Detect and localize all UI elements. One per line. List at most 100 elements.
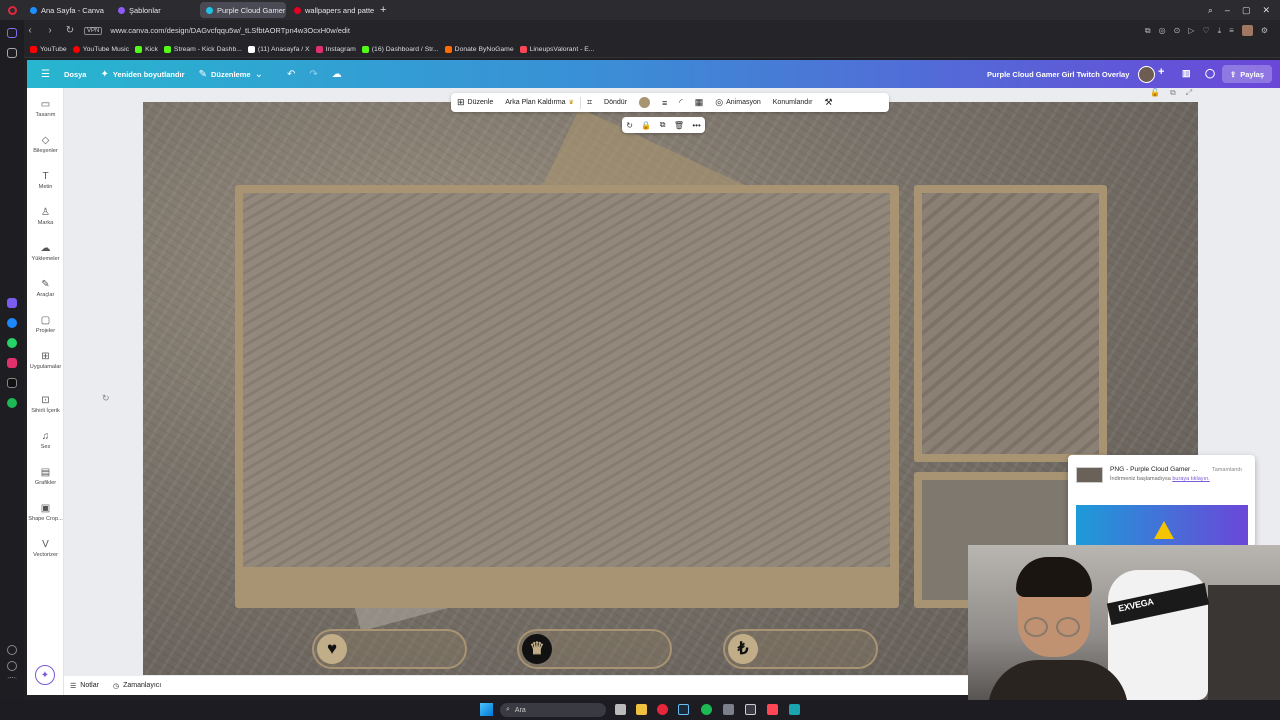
download-icon[interactable]: ⤓	[1218, 26, 1222, 36]
undo-button[interactable]: ↶	[287, 69, 295, 80]
main-camera-frame[interactable]	[235, 185, 899, 608]
more-icon[interactable]: •••	[692, 121, 700, 130]
rail-brand[interactable]: ♙ Marka	[27, 206, 64, 226]
timer-button[interactable]: ◷ Zamanlayıcı	[113, 682, 161, 690]
browser-tab[interactable]: Şablonlar	[112, 2, 198, 18]
file-explorer-icon[interactable]	[636, 704, 647, 715]
discord-icon[interactable]	[789, 704, 800, 715]
snapshot-icon[interactable]: ⊙	[1174, 26, 1181, 35]
url-field[interactable]: www.canva.com/design/DAGvcfqqu5w/_tLSfbt…	[110, 26, 350, 35]
add-page-icon[interactable]: ⤢	[1186, 88, 1192, 98]
settings-icon[interactable]: ⚙	[1261, 26, 1268, 35]
bookmark-item[interactable]: Kick	[135, 45, 158, 53]
whatsapp-icon[interactable]	[7, 338, 17, 348]
bookmark-item[interactable]: YouTube	[30, 45, 67, 53]
profile-avatar[interactable]	[1241, 25, 1253, 36]
corner-rounding-button[interactable]: ◜	[673, 97, 689, 108]
donation-pill[interactable]: ₺	[723, 629, 878, 669]
spotify-icon[interactable]	[701, 704, 712, 715]
search-tabs-icon[interactable]: ⌕	[1208, 5, 1213, 16]
redo-button[interactable]: ↷	[309, 69, 317, 80]
close-icon[interactable]: ✕	[1262, 5, 1270, 16]
copy-style-button[interactable]: ⚒	[818, 97, 838, 108]
reload-icon[interactable]: ↻	[64, 25, 76, 36]
bookmark-item[interactable]: (16) Dashboard / Str...	[361, 45, 439, 53]
follower-pill[interactable]: ♥	[312, 629, 467, 669]
rail-vectorizer[interactable]: V Vectorizer	[27, 538, 64, 558]
play-icon[interactable]: ▷	[1188, 26, 1194, 35]
magic-assistant-icon[interactable]: ✦	[35, 665, 55, 685]
promo-banner[interactable]	[1076, 505, 1248, 547]
position-button[interactable]: Konumlandır	[767, 99, 819, 106]
lock-icon[interactable]: 🔓	[1150, 88, 1160, 98]
camera-icon[interactable]: ◎	[1159, 26, 1166, 35]
border-style-button[interactable]: ≡	[656, 98, 673, 108]
history-icon[interactable]	[7, 661, 17, 671]
resize-button[interactable]: ✦ Yeniden boyutlandır	[100, 69, 184, 80]
side-frame-top[interactable]	[914, 185, 1107, 462]
lock-icon[interactable]: 🔒	[641, 121, 651, 130]
easy-setup-icon[interactable]: ≡	[1229, 26, 1234, 35]
rail-apps[interactable]: ⊞ Uygulamalar	[27, 350, 64, 370]
browser-tab[interactable]: wallpapers and patterns p	[288, 2, 374, 18]
windows-start-icon[interactable]	[480, 703, 493, 716]
share-button[interactable]: ⇪ Paylaş	[1222, 65, 1272, 83]
bookmark-item[interactable]: (11) Anasayfa / X	[247, 45, 310, 53]
comment-icon[interactable]: ◯	[1205, 68, 1215, 79]
animate-button[interactable]: ◎ Animasyon	[709, 97, 767, 108]
messenger-icon[interactable]	[7, 318, 17, 328]
rotate-icon[interactable]: ↻	[626, 121, 633, 130]
rail-projects[interactable]: ▢ Projeler	[27, 314, 64, 334]
duplicate-page-icon[interactable]: ⧉	[1170, 88, 1176, 98]
bookmark-icon[interactable]: ♡	[1202, 26, 1209, 35]
rail-audio[interactable]: ♫ Ses	[27, 430, 64, 450]
rail-uploads[interactable]: ☁ Yüklemeler	[27, 242, 64, 262]
rail-text[interactable]: T Metin	[27, 170, 64, 190]
home-icon[interactable]	[7, 28, 17, 38]
extensions-icon[interactable]: ⧉	[1145, 26, 1151, 36]
star-icon[interactable]	[7, 48, 17, 58]
subscriber-pill[interactable]: ♛	[517, 629, 672, 669]
rail-charts[interactable]: ▤ Grafikler	[27, 466, 64, 486]
maximize-icon[interactable]: ▢	[1242, 5, 1251, 16]
bookmark-item[interactable]: LineupsValorant - E...	[519, 45, 594, 53]
bookmark-item[interactable]: Instagram	[315, 45, 356, 53]
more-icon[interactable]	[7, 677, 17, 687]
aria-icon[interactable]	[7, 298, 17, 308]
color-swatch[interactable]	[638, 97, 650, 108]
back-icon[interactable]: ‹	[24, 25, 36, 36]
bookmark-item[interactable]: Donate ByNoGame	[444, 45, 514, 53]
rail-draw[interactable]: ✎ Araçlar	[27, 278, 64, 298]
rail-design[interactable]: ▭ Tasarım	[27, 98, 64, 118]
settings-icon[interactable]	[723, 704, 734, 715]
bookmark-item[interactable]: Stream - Kick Dashb...	[163, 45, 242, 53]
transparency-button[interactable]: ▦	[689, 97, 710, 108]
steam-icon[interactable]	[678, 704, 689, 715]
rotate-button[interactable]: Döndür	[598, 99, 633, 106]
heart-icon[interactable]	[7, 645, 17, 655]
add-collaborator-icon[interactable]: +	[1158, 66, 1164, 78]
x-icon[interactable]	[7, 378, 17, 388]
browser-tab[interactable]: Ana Sayfa - Canva	[24, 2, 110, 18]
opera-icon[interactable]	[657, 704, 668, 715]
download-filename[interactable]: PNG - Purple Cloud Gamer ...	[1110, 466, 1198, 473]
notes-button[interactable]: ☰ Notlar	[70, 682, 99, 690]
insights-icon[interactable]: ▥	[1182, 68, 1191, 79]
duplicate-icon[interactable]: ⧉	[660, 120, 666, 130]
minimize-icon[interactable]: –	[1225, 5, 1230, 16]
task-view-icon[interactable]	[615, 704, 626, 715]
obs-icon[interactable]	[745, 704, 756, 715]
opera-logo-icon[interactable]	[0, 0, 24, 20]
bookmark-item[interactable]: YouTube Music	[72, 45, 129, 53]
forward-icon[interactable]: ›	[44, 25, 56, 36]
cloud-save-button[interactable]: ☁	[332, 69, 342, 80]
file-menu[interactable]: Dosya	[64, 70, 87, 79]
browser-tab-active[interactable]: Purple Cloud Gamer Girl	[200, 2, 286, 18]
design-title[interactable]: Purple Cloud Gamer Girl Twitch Overlay	[987, 60, 1129, 88]
edit-mode-button[interactable]: ✎ Düzenleme ⌄	[199, 69, 263, 80]
bg-remove-button[interactable]: Arka Plan Kaldırma ♛	[499, 99, 580, 106]
download-retry-link[interactable]: buraya tıklayın.	[1172, 476, 1209, 482]
rail-magic-media[interactable]: ⊡ Sihirli İçerik	[27, 394, 64, 414]
edit-image-button[interactable]: ⊞ Düzenle	[451, 97, 499, 108]
crop-button[interactable]: ⌗	[581, 97, 598, 108]
